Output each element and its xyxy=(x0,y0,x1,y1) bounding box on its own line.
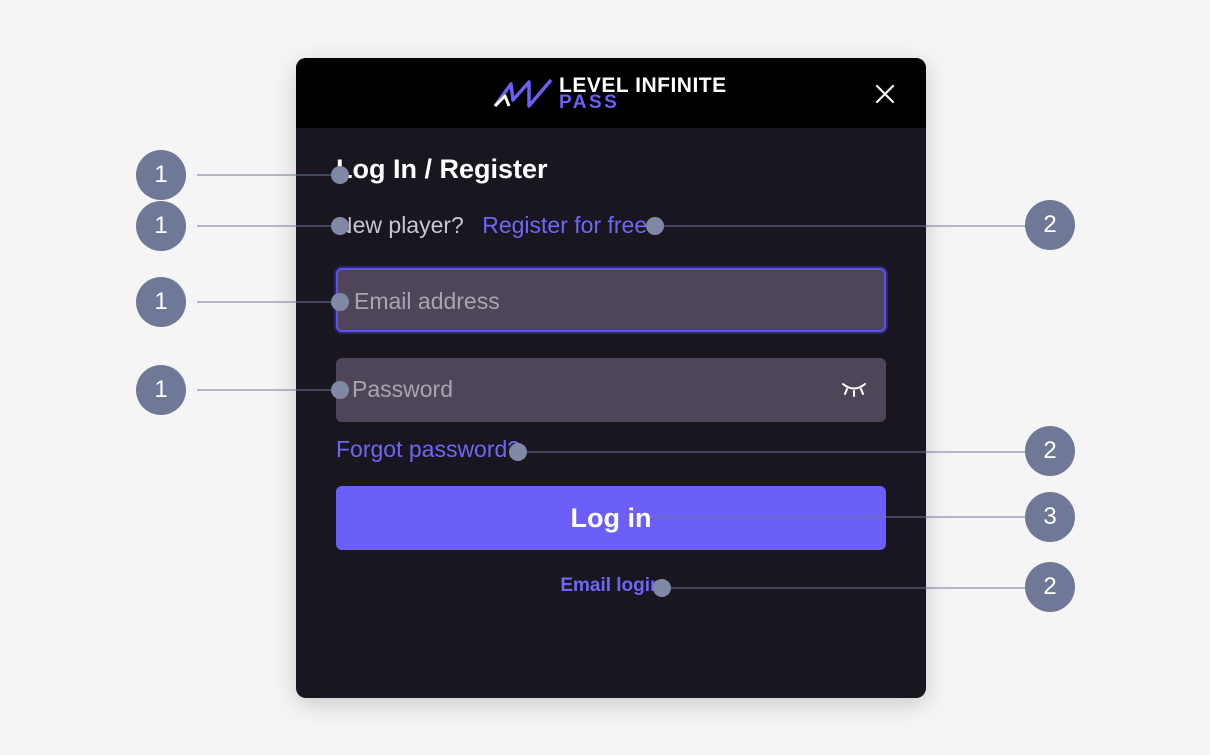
annotation-badge: 2 xyxy=(1025,200,1075,250)
annotation-badge: 1 xyxy=(136,201,186,251)
annotation-dot xyxy=(331,293,349,311)
annotation-badge: 2 xyxy=(1025,562,1075,612)
annotation-badge: 1 xyxy=(136,277,186,327)
annotation-dot xyxy=(646,217,664,235)
annotation-dot xyxy=(653,579,671,597)
annotation-badge: 1 xyxy=(136,365,186,415)
annotation-dot xyxy=(331,381,349,399)
annotation-badge: 1 xyxy=(136,150,186,200)
annotation-dot xyxy=(331,166,349,184)
annotation-badge: 2 xyxy=(1025,426,1075,476)
annotation-dot xyxy=(509,443,527,461)
annotation-badge: 3 xyxy=(1025,492,1075,542)
annotation-dot xyxy=(331,217,349,235)
